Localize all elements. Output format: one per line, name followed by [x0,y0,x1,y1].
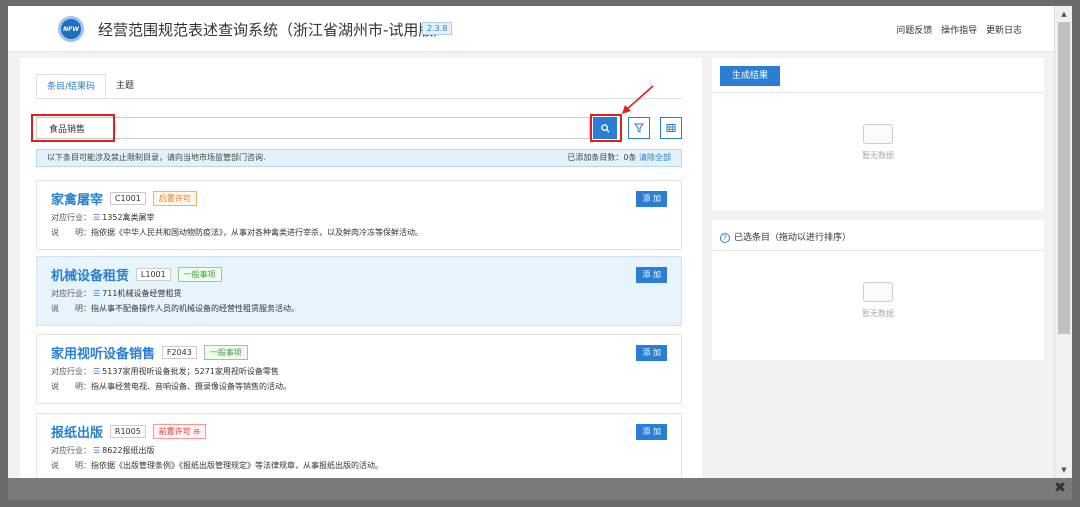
industry-value: 8622报纸出版 [102,446,155,455]
empty-box-icon [863,124,893,144]
industry-value: 1352禽类屠宰 [102,213,155,222]
changelog-link[interactable]: 更新日志 [986,26,1022,36]
added-count-area: 已添加条目数：0条 清除全部 [567,150,671,166]
description-value: 指依据《中华人民共和国动物防疫法》，从事对各种禽类进行宰杀，以及鲜肉冷冻等保鲜活… [91,228,423,237]
result-card: 家用视听设备销售 F2043 一般事项 添 加 对应行业： ☰ 5137家用视听设备… [36,334,682,404]
search-icon [600,123,610,133]
description-label: 说 明： [51,461,91,470]
scroll-thumb[interactable] [1058,22,1070,334]
tab-topics[interactable]: 主题 [106,74,144,98]
add-button[interactable]: 添 加 [636,191,667,207]
description-value: 指从事经营电视、音响设备、摄录像设备等销售的活动。 [91,382,291,391]
industry-label: 对应行业： [51,289,91,298]
item-tag: 一般事项 [203,345,248,360]
description-label: 说 明： [51,228,91,237]
scroll-down-icon[interactable]: ▼ [1055,462,1072,478]
industry-label: 对应行业： [51,213,91,222]
industry-line: 对应行业： ☰ 5137家用视听设备批发；5271家用视听设备零售 [51,366,667,377]
page-title: 经营范围规范表述查询系统（浙江省湖州市-试用版） [98,21,449,39]
item-tag: 后置许可 [152,191,197,206]
list-icon: ☰ [93,289,101,298]
selected-panel-divider [712,250,1044,251]
item-tag: 前置许可 ⊖ [152,424,206,439]
app-header: NFW 经营范围规范表述查询系统（浙江省湖州市-试用版） 2.3.8 问题反馈 … [8,6,1054,52]
description-value: 指依据《出版管理条例》《报纸出版管理规定》等法律规章，从事报纸出版的活动。 [91,461,383,470]
list-icon: ☰ [93,367,101,376]
list-icon: ☰ [93,213,101,222]
item-name[interactable]: 报纸出版 [51,422,103,441]
add-button[interactable]: 添 加 [636,267,667,283]
industry-line: 对应行业： ☰ 1352禽类屠宰 [51,212,667,223]
red-arrow-annotation [622,85,654,114]
description-line: 说 明：指从事不配备操作人员的机械设备的经营性租赁服务活动。 [51,303,667,314]
search-box [31,114,590,142]
vertical-scrollbar[interactable]: ▲ ▼ [1054,6,1072,478]
result-panel-divider [712,92,1044,93]
selected-items-label: 已选条目（拖动以进行排序） [734,233,852,243]
list-icon: ☰ [93,446,101,455]
feedback-link[interactable]: 问题反馈 [896,26,932,36]
search-highlight-annotation [31,114,115,142]
search-input[interactable] [37,118,589,138]
table-view-button[interactable] [660,117,682,139]
notice-bar: 以下条目可能涉及禁止限制目录，请向当地市场监管部门咨询. 已添加条目数：0条 清… [36,149,682,167]
selected-items-title: ? 已选条目（拖动以进行排序） [720,230,851,243]
description-line: 说 明：指从事经营电视、音响设备、摄录像设备等销售的活动。 [51,381,667,392]
guide-link[interactable]: 操作指导 [941,26,977,36]
search-panel: 条目/结果码 主题 食品销售 以下条目可能涉及禁止限制目录，请向当地市场监管部门… [20,58,702,478]
industry-label: 对应行业： [51,367,91,376]
industry-label: 对应行业： [51,446,91,455]
item-name[interactable]: 家禽屠宰 [51,189,103,208]
description-value: 指从事不配备操作人员的机械设备的经营性租赁服务活动。 [91,304,299,313]
description-line: 说 明：指依据《中华人民共和国动物防疫法》，从事对各种禽类进行宰杀，以及鲜肉冷冻… [51,227,667,238]
empty-text: 暂无数据 [862,309,894,318]
logo: NFW [58,16,84,42]
empty-box-icon [863,282,893,302]
add-button[interactable]: 添 加 [636,345,667,361]
result-card: 机械设备租赁 L1001 一般事项 添 加 对应行业： ☰ 711机械设备经营租赁 … [36,256,682,326]
item-code: C1001 [109,192,146,205]
version-badge: 2.3.8 [422,22,453,35]
main-content: 条目/结果码 主题 食品销售 以下条目可能涉及禁止限制目录，请向当地市场监管部门… [8,52,1054,478]
result-card: 报纸出版 R1005 前置许可 ⊖ 添 加 对应行业： ☰ 8622报纸出版 说 明… [36,413,682,478]
tab-items[interactable]: 条目/结果码 [36,74,107,98]
item-name[interactable]: 机械设备租赁 [51,265,129,284]
empty-text: 暂无数据 [862,151,894,160]
close-icon[interactable]: ✖ [1054,480,1066,496]
item-name[interactable]: 家用视听设备销售 [51,343,155,362]
selected-items-panel: ? 已选条目（拖动以进行排序） 暂无数据 [712,220,1044,360]
industry-line: 对应行业： ☰ 8622报纸出版 [51,445,667,456]
top-links: 问题反馈 操作指导 更新日志 [890,23,1022,36]
description-line: 说 明：指依据《出版管理条例》《报纸出版管理规定》等法律规章，从事报纸出版的活动… [51,460,667,471]
app-window: NFW 经营范围规范表述查询系统（浙江省湖州市-试用版） 2.3.8 问题反馈 … [8,6,1072,478]
generate-result-button[interactable]: 生成结果 [720,66,781,86]
search-button[interactable] [593,117,617,139]
item-code: R1005 [109,425,146,438]
filter-icon [634,123,644,133]
tab-divider [36,98,682,99]
add-button[interactable]: 添 加 [636,424,667,440]
empty-state: 暂无数据 [848,282,908,319]
added-count: 0条 [623,153,637,162]
item-code: F2043 [161,346,197,359]
scroll-up-icon[interactable]: ▲ [1055,6,1072,22]
industry-line: 对应行业： ☰ 711机械设备经营租赁 [51,288,667,299]
empty-state: 暂无数据 [848,124,908,161]
table-icon [666,124,676,132]
description-label: 说 明： [51,304,91,313]
description-label: 说 明： [51,382,91,391]
industry-value: 5137家用视听设备批发；5271家用视听设备零售 [102,367,279,376]
result-card: 家禽屠宰 C1001 后置许可 添 加 对应行业： ☰ 1352禽类屠宰 说 明：指… [36,180,682,250]
added-prefix: 已添加条目数： [567,153,624,162]
item-tag: 一般事项 [177,267,222,282]
tab-bar: 条目/结果码 主题 [36,74,144,98]
result-panel: 生成结果 暂无数据 [712,58,1044,210]
notice-text: 以下条目可能涉及禁止限制目录，请向当地市场监管部门咨询. [47,153,266,162]
industry-value: 711机械设备经营租赁 [102,289,182,298]
help-icon[interactable]: ? [720,233,730,243]
dialog-footer: ✖ [8,478,1072,500]
item-code: L1001 [135,268,171,281]
clear-all-link[interactable]: 清除全部 [639,153,671,162]
filter-button[interactable] [628,117,650,139]
